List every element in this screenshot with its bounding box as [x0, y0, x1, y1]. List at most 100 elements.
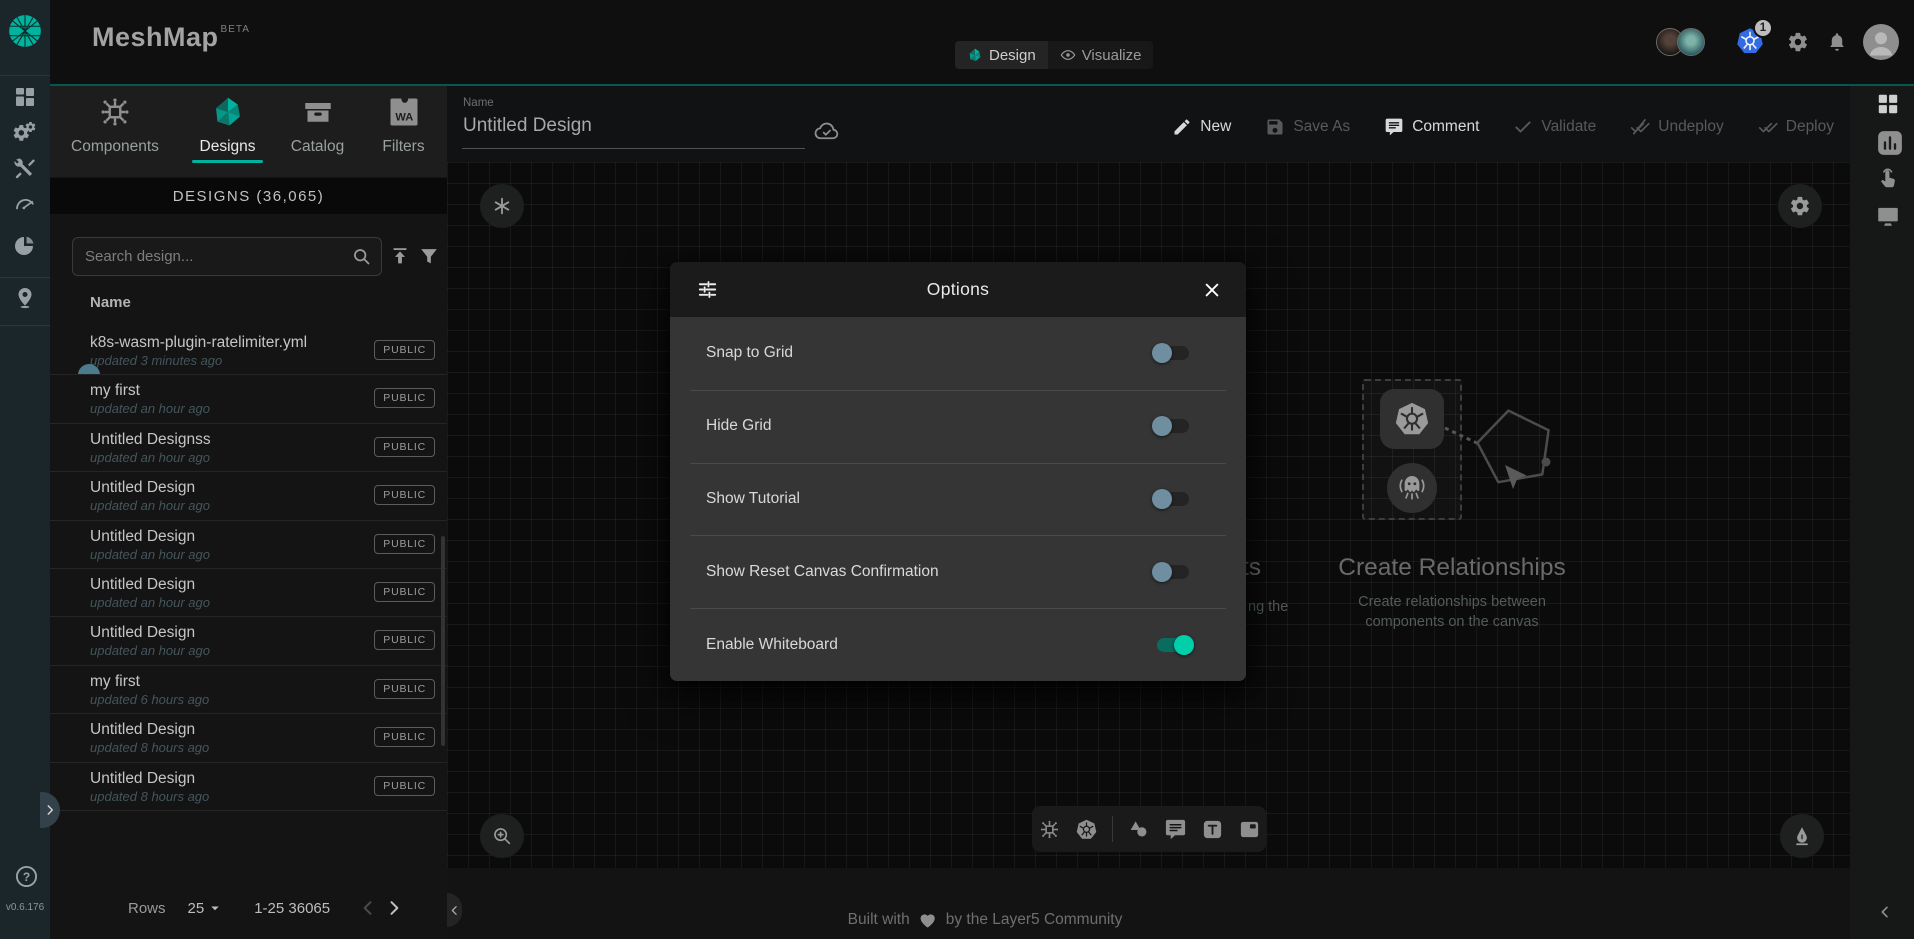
lifecycle-icon[interactable]: [13, 121, 37, 145]
import-design-icon[interactable]: [389, 245, 411, 267]
media-tool-icon[interactable]: [1238, 818, 1261, 841]
tab-designs[interactable]: Designs: [180, 86, 275, 177]
onboarding-relationship-shape: [1443, 396, 1573, 526]
caret-down-icon: [206, 899, 224, 917]
design-row[interactable]: Untitled Design updated 8 hours ago PUBL…: [50, 714, 447, 762]
visibility-badge: PUBLIC: [374, 437, 435, 457]
components-tool-icon[interactable]: [1038, 818, 1061, 841]
check-icon: [1513, 117, 1533, 137]
design-name-input[interactable]: [463, 115, 793, 137]
toggle-enable-whiteboard[interactable]: [1154, 635, 1192, 655]
avatar[interactable]: [1677, 28, 1705, 56]
canvas-footer: Built with by the Layer5 Community: [447, 868, 1850, 939]
design-updated: updated 8 hours ago: [90, 789, 209, 804]
filter-icon[interactable]: [418, 245, 440, 267]
canvas-dock: [1032, 806, 1266, 852]
panel-tabs: ComponentsDesignsCatalogWAFilters: [50, 86, 447, 177]
collapse-right-rail-button[interactable]: [1877, 904, 1893, 920]
eye-icon: [1060, 47, 1076, 63]
display-icon[interactable]: [1875, 203, 1901, 229]
design-row[interactable]: Untitled Design updated an hour ago PUBL…: [50, 521, 447, 569]
design-updated: updated an hour ago: [90, 450, 210, 465]
design-updated: updated 3 minutes ago: [90, 353, 222, 368]
undeploy-icon: [1630, 117, 1650, 137]
collaborator-avatars: [1656, 28, 1705, 56]
pen-tool-button[interactable]: [1780, 814, 1824, 858]
design-row[interactable]: Untitled Design updated an hour ago PUBL…: [50, 472, 447, 520]
design-row[interactable]: my first updated an hour ago PUBLIC: [50, 375, 447, 423]
clipped-tip-desc-fragment: ng the: [1248, 599, 1288, 615]
design-row[interactable]: Untitled Design updated an hour ago PUBL…: [50, 569, 447, 617]
analytics-icon[interactable]: [1875, 128, 1905, 158]
tab-components[interactable]: Components: [50, 86, 180, 177]
shapes-tool-icon[interactable]: [1127, 818, 1150, 841]
toggle-show-reset-canvas-confirmation[interactable]: [1154, 562, 1192, 582]
dashboard-icon[interactable]: [13, 85, 37, 109]
search-input[interactable]: [72, 237, 382, 276]
meshmap-icon: [210, 94, 246, 130]
comment-button[interactable]: Comment: [1384, 117, 1479, 137]
new-button[interactable]: New: [1172, 117, 1231, 137]
canvas-settings-button[interactable]: [1778, 184, 1822, 228]
person-icon: [1863, 24, 1899, 60]
text-tool-icon[interactable]: [1201, 818, 1224, 841]
left-nav-rail: ? v0.6.176: [0, 0, 50, 939]
meshmap-icon: [967, 47, 983, 63]
toggle-snap-to-grid[interactable]: [1154, 343, 1192, 363]
comment-tool-icon[interactable]: [1164, 818, 1187, 841]
visibility-badge: PUBLIC: [374, 630, 435, 650]
option-label: Snap to Grid: [706, 344, 1154, 362]
zoom-button[interactable]: [480, 814, 524, 858]
settings-gear-icon[interactable]: [1787, 31, 1809, 53]
meshmap-pin-icon[interactable]: [13, 286, 37, 310]
mode-tab-visualize[interactable]: Visualize: [1048, 41, 1154, 69]
search-icon[interactable]: [351, 246, 372, 267]
design-name: Untitled Design: [90, 528, 195, 546]
notifications-bell-icon[interactable]: [1826, 31, 1848, 53]
kubernetes-icon: [1393, 400, 1431, 438]
canvas-loader-button[interactable]: [480, 184, 524, 228]
visibility-badge: PUBLIC: [374, 727, 435, 747]
modal-title: Options: [670, 279, 1246, 300]
meshsync-node: [1387, 463, 1437, 513]
toggle-hide-grid[interactable]: [1154, 416, 1192, 436]
interaction-icon[interactable]: [1875, 166, 1901, 192]
mode-tab-design[interactable]: Design: [955, 41, 1048, 69]
designs-panel: ComponentsDesignsCatalogWAFilters DESIGN…: [50, 86, 447, 939]
chevron-right-icon: [43, 803, 57, 817]
mode-switch: DesignVisualize: [955, 41, 1153, 69]
toggle-show-tutorial[interactable]: [1154, 489, 1192, 509]
design-updated: updated 8 hours ago: [90, 740, 209, 755]
collapse-panel-button[interactable]: [447, 893, 462, 927]
visibility-badge: PUBLIC: [374, 485, 435, 505]
configuration-icon[interactable]: [13, 157, 37, 181]
meshery-logo-icon[interactable]: [6, 12, 44, 50]
design-row[interactable]: my first updated 6 hours ago PUBLIC: [50, 666, 447, 714]
next-page-button[interactable]: [384, 898, 404, 918]
extensions-icon[interactable]: [13, 234, 37, 258]
design-row[interactable]: Untitled Design updated 8 hours ago PUBL…: [50, 763, 447, 811]
kubernetes-tool-icon[interactable]: [1075, 818, 1098, 841]
heart-icon: [918, 910, 938, 930]
tab-catalog[interactable]: Catalog: [275, 86, 360, 177]
prev-page-button[interactable]: [358, 898, 378, 918]
design-row[interactable]: Untitled Design updated an hour ago PUBL…: [50, 617, 447, 665]
user-avatar[interactable]: [1863, 24, 1899, 60]
option-label: Show Reset Canvas Confirmation: [706, 563, 1154, 581]
design-row[interactable]: Untitled Designss updated an hour ago PU…: [50, 424, 447, 472]
design-row[interactable]: k8s-wasm-plugin-ratelimiter.yml updated …: [50, 327, 447, 375]
performance-icon[interactable]: [13, 192, 37, 216]
divider: [0, 277, 50, 278]
close-icon[interactable]: [1202, 280, 1222, 300]
apps-grid-icon[interactable]: [1875, 91, 1901, 117]
rows-per-page-select[interactable]: 25: [188, 899, 225, 917]
help-button[interactable]: ?: [14, 864, 39, 889]
app-header: MeshMapBETA DesignVisualize 1: [50, 0, 1914, 84]
visibility-badge: PUBLIC: [374, 582, 435, 602]
tab-filters[interactable]: WAFilters: [360, 86, 447, 177]
design-name: Untitled Design: [90, 576, 195, 594]
scrollbar[interactable]: [441, 536, 445, 746]
visibility-badge: PUBLIC: [374, 776, 435, 796]
kubernetes-node: [1380, 389, 1444, 449]
onboarding-title: Create Relationships: [1302, 554, 1602, 582]
